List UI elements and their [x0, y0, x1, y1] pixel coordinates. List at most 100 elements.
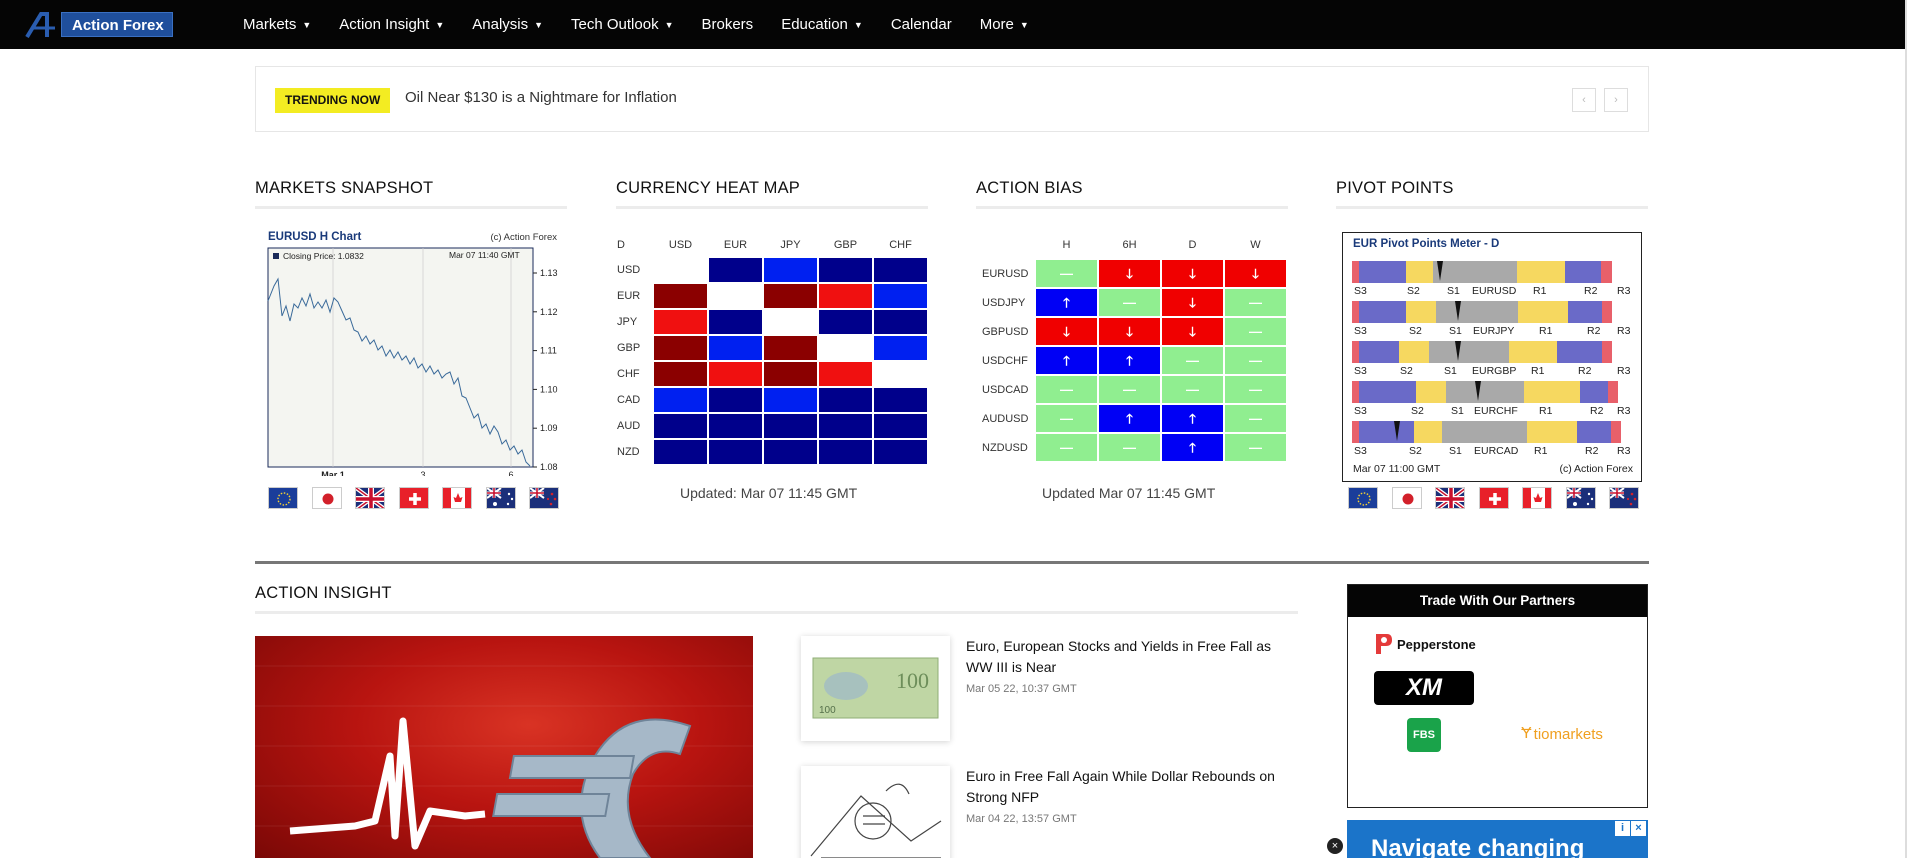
flag-nzd-icon[interactable]: [1609, 487, 1639, 509]
trending-headline[interactable]: Oil Near $130 is a Nightmare for Inflati…: [405, 89, 677, 106]
flag-aud-icon[interactable]: [485, 487, 516, 509]
flag-gbp-icon[interactable]: [1435, 487, 1465, 509]
bias-flat-icon[interactable]: —: [1225, 376, 1286, 403]
pivot-row-eurjpy[interactable]: S3 S2 S1 EURJPY R1 R2 R3: [1352, 301, 1632, 337]
heat-map-cell[interactable]: [764, 336, 817, 360]
bias-up-icon[interactable]: 🡑: [1036, 347, 1097, 374]
nav-item-calendar[interactable]: Calendar: [891, 16, 952, 33]
trending-prev-button[interactable]: ‹: [1572, 88, 1596, 112]
flag-gbp-icon[interactable]: [355, 487, 385, 509]
heat-map-cell[interactable]: [764, 414, 817, 438]
bias-flat-icon[interactable]: —: [1162, 347, 1223, 374]
bias-flat-icon[interactable]: —: [1099, 289, 1160, 316]
bias-flat-icon[interactable]: —: [1036, 405, 1097, 432]
pivot-row-eurusd[interactable]: S3 S2 S1 EURUSD R1 R2 R3: [1352, 261, 1632, 297]
bias-flat-icon[interactable]: —: [1036, 434, 1097, 461]
ad-close-icon[interactable]: ×: [1631, 821, 1646, 836]
heat-map-cell[interactable]: [764, 362, 817, 386]
nav-item-more[interactable]: More ▼: [980, 16, 1029, 33]
tiomarkets-logo[interactable]: Ɏ tiomarkets: [1521, 725, 1603, 743]
heat-map-cell[interactable]: [709, 336, 762, 360]
bias-down-icon[interactable]: 🡓: [1162, 289, 1223, 316]
pivot-row-eurgbp[interactable]: S3 S2 S1 EURGBP R1 R2 R3: [1352, 341, 1632, 377]
heat-map-cell[interactable]: [709, 310, 762, 334]
heat-map-cell[interactable]: [654, 336, 707, 360]
featured-article-image[interactable]: [255, 636, 753, 858]
flag-cad-icon[interactable]: [442, 487, 472, 509]
heat-map-cell[interactable]: [764, 258, 817, 282]
nav-item-analysis[interactable]: Analysis ▼: [472, 16, 543, 33]
bias-flat-icon[interactable]: —: [1225, 405, 1286, 432]
bias-up-icon[interactable]: 🡑: [1036, 289, 1097, 316]
flag-eur-icon[interactable]: [268, 487, 298, 509]
heat-map-cell[interactable]: [764, 284, 817, 308]
heat-map-cell[interactable]: [654, 284, 707, 308]
pivot-row-eurchf[interactable]: S3 S2 S1 EURCHF R1 R2 R3: [1352, 381, 1632, 417]
heat-map-cell[interactable]: [654, 440, 707, 464]
pivot-points-meter[interactable]: EUR Pivot Points Meter - D S3 S2 S1 EURUSD R…: [1342, 232, 1642, 482]
bias-flat-icon[interactable]: —: [1162, 376, 1223, 403]
heat-map-cell[interactable]: [819, 336, 872, 360]
bias-flat-icon[interactable]: —: [1225, 318, 1286, 345]
eurusd-chart[interactable]: EURUSD H Chart (c) Action Forex Closing …: [266, 230, 559, 476]
action-bias-pair[interactable]: USDJPY: [982, 297, 1025, 309]
heat-map-cell[interactable]: [709, 388, 762, 412]
heat-map-cell[interactable]: [709, 362, 762, 386]
heat-map-cell[interactable]: [709, 258, 762, 282]
article-item[interactable]: 100 100 Euro, European Stocks and Yields…: [801, 636, 1296, 741]
nav-item-markets[interactable]: Markets ▼: [243, 16, 311, 33]
bias-flat-icon[interactable]: —: [1099, 434, 1160, 461]
heat-map-cell[interactable]: [874, 258, 927, 282]
heat-map-cell[interactable]: [654, 362, 707, 386]
bias-flat-icon[interactable]: —: [1225, 347, 1286, 374]
nav-item-tech-outlook[interactable]: Tech Outlook ▼: [571, 16, 673, 33]
heat-map-cell[interactable]: [874, 362, 927, 386]
heat-map-cell[interactable]: [764, 310, 817, 334]
heat-map-cell[interactable]: [654, 258, 707, 282]
heat-map-cell[interactable]: [819, 440, 872, 464]
bias-flat-icon[interactable]: —: [1036, 376, 1097, 403]
fbs-logo[interactable]: FBS: [1407, 718, 1441, 752]
bias-down-icon[interactable]: 🡓: [1162, 260, 1223, 287]
heat-map-cell[interactable]: [819, 388, 872, 412]
nav-item-brokers[interactable]: Brokers: [702, 16, 754, 33]
bias-up-icon[interactable]: 🡑: [1099, 347, 1160, 374]
heat-map-cell[interactable]: [654, 388, 707, 412]
bias-down-icon[interactable]: 🡓: [1162, 318, 1223, 345]
heat-map-cell[interactable]: [874, 284, 927, 308]
ad-info-icon[interactable]: i: [1615, 821, 1630, 836]
flag-cad-icon[interactable]: [1522, 487, 1552, 509]
heat-map-cell[interactable]: [819, 258, 872, 282]
action-bias-pair[interactable]: NZDUSD: [982, 442, 1028, 454]
flag-chf-icon[interactable]: [398, 487, 429, 509]
article-thumbnail[interactable]: 100 100: [801, 636, 950, 741]
bias-flat-icon[interactable]: —: [1099, 376, 1160, 403]
bias-flat-icon[interactable]: —: [1225, 434, 1286, 461]
site-logo[interactable]: Action Forex: [25, 11, 205, 39]
action-bias-pair[interactable]: USDCHF: [982, 355, 1028, 367]
close-ad-icon[interactable]: ×: [1327, 838, 1343, 854]
heat-map-cell[interactable]: [874, 336, 927, 360]
heat-map-cell[interactable]: [709, 414, 762, 438]
trending-next-button[interactable]: ›: [1604, 88, 1628, 112]
heat-map-cell[interactable]: [874, 388, 927, 412]
heat-map-cell[interactable]: [819, 362, 872, 386]
bias-down-icon[interactable]: 🡓: [1036, 318, 1097, 345]
flag-jpy-icon[interactable]: [1391, 487, 1422, 509]
flag-jpy-icon[interactable]: [311, 487, 342, 509]
bias-flat-icon[interactable]: —: [1225, 289, 1286, 316]
bias-down-icon[interactable]: 🡓: [1099, 260, 1160, 287]
nav-item-action-insight[interactable]: Action Insight ▼: [339, 16, 444, 33]
heat-map-cell[interactable]: [819, 310, 872, 334]
article-title[interactable]: Euro in Free Fall Again While Dollar Reb…: [966, 766, 1296, 808]
heat-map-cell[interactable]: [764, 440, 817, 464]
heat-map-cell[interactable]: [654, 414, 707, 438]
flag-eur-icon[interactable]: [1348, 487, 1378, 509]
bias-down-icon[interactable]: 🡓: [1099, 318, 1160, 345]
bias-up-icon[interactable]: 🡑: [1099, 405, 1160, 432]
flag-aud-icon[interactable]: [1565, 487, 1596, 509]
flag-nzd-icon[interactable]: [529, 487, 559, 509]
action-bias-pair[interactable]: USDCAD: [982, 384, 1028, 396]
bias-up-icon[interactable]: 🡑: [1162, 434, 1223, 461]
action-bias-pair[interactable]: EURUSD: [982, 268, 1028, 280]
